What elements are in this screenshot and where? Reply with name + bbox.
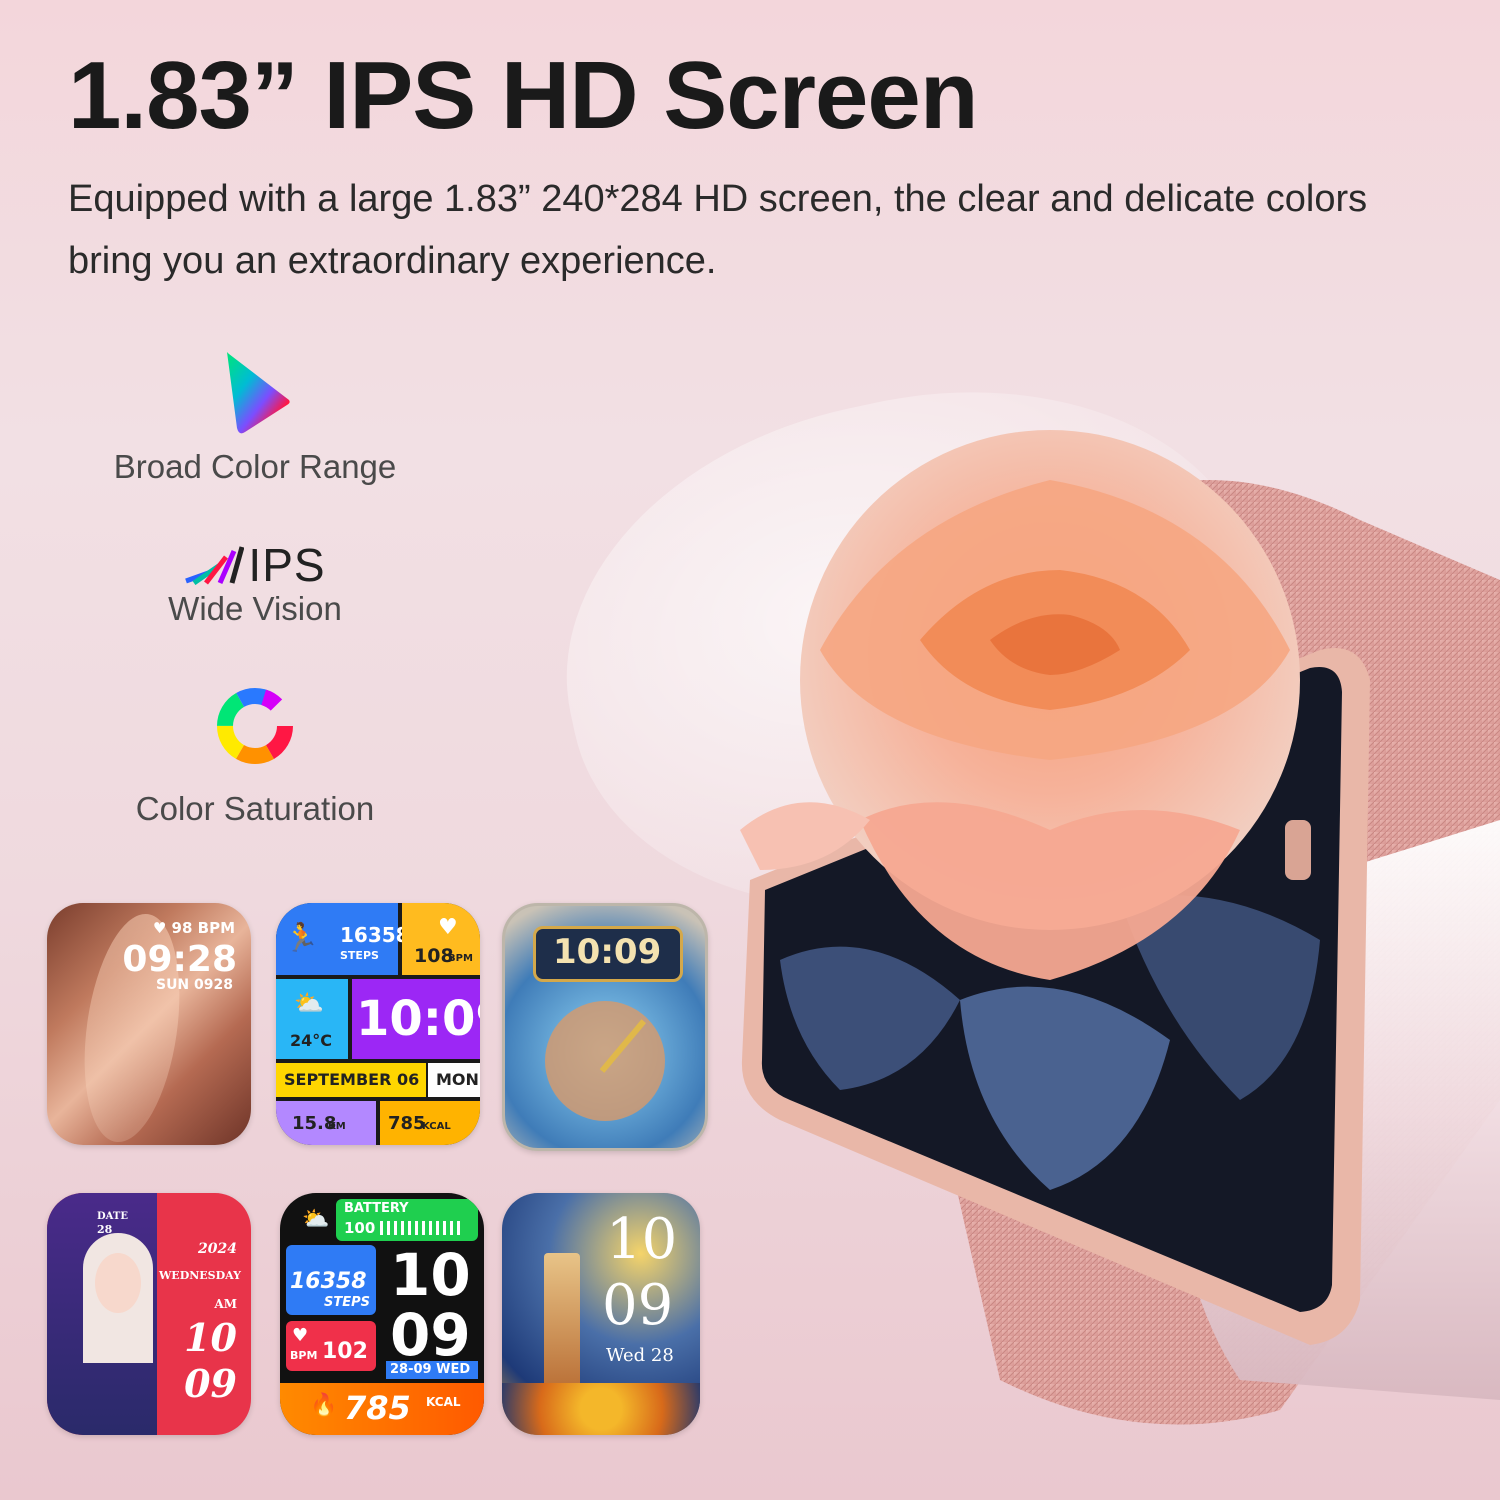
bpm-label: BPM: [290, 1349, 318, 1362]
steps-label: STEPS: [340, 949, 379, 962]
watch-face-portrait: DATE 28 2024 WEDNESDAY AM 10 09: [47, 1193, 251, 1435]
date-text: 28-09 WED: [390, 1362, 471, 1377]
temperature-value: 24°C: [290, 1031, 333, 1050]
minute-text: 09: [390, 1301, 471, 1369]
date-text: SEPTEMBER 06: [284, 1070, 420, 1089]
distance-unit: KM: [328, 1121, 346, 1132]
color-gamut-triangle-icon: [226, 351, 290, 434]
kcal-unit: KCAL: [422, 1121, 451, 1132]
hour-text: 10: [390, 1241, 471, 1309]
ips-logo: IPS: [248, 539, 326, 591]
watch-face-painting: 10 09 Wed 28: [502, 1193, 700, 1435]
smartwatch-image: [740, 430, 1500, 1425]
date-label: DATE: [97, 1211, 128, 1222]
kcal-value: 785: [388, 1113, 426, 1134]
weekday-text: WEDNESDAY: [158, 1269, 241, 1282]
time-text: 10:09: [356, 991, 480, 1047]
watch-face-tiles: 🏃 16358 STEPS ♥ 108 BPM ⛅ 24°C 10:09 SEP…: [276, 903, 480, 1145]
feature-broad-color-range: Broad Color Range: [100, 348, 410, 486]
bpm-unit: BPM: [448, 953, 473, 964]
kcal-value: 785: [344, 1389, 411, 1427]
feature-label: Color Saturation: [135, 790, 375, 827]
kcal-unit: KCAL: [426, 1395, 461, 1409]
ips-rays-icon: [185, 546, 245, 585]
time-text: 10:09: [553, 932, 662, 972]
hour-text: 10: [606, 1207, 678, 1272]
year-text: 2024: [198, 1241, 237, 1257]
date-text: Wed 28: [606, 1345, 674, 1366]
minute-text: 09: [602, 1273, 674, 1338]
steps-value: 16358: [290, 1269, 367, 1294]
heart-rate-text: ♥ 98 BPM: [152, 919, 235, 937]
date-value: 28: [97, 1223, 113, 1236]
watch-face-canyon: ♥ 98 BPM 09:28 SUN 0928: [47, 903, 251, 1145]
date-text: SUN 0928: [155, 977, 233, 993]
weather-icon: ⛅: [294, 989, 324, 1017]
feature-label: Wide Vision: [168, 590, 342, 627]
steps-value: 16358: [340, 923, 410, 947]
feature-color-saturation: Color Saturation: [100, 686, 410, 828]
steps-label: STEPS: [324, 1295, 371, 1310]
battery-value: 100: [344, 1219, 376, 1237]
minute-text: 09: [184, 1361, 237, 1406]
flame-icon: 🔥: [310, 1393, 338, 1418]
weekday-text: MON: [436, 1070, 479, 1089]
heart-icon: ♥: [292, 1325, 309, 1346]
watch-face-sport: BATTERY 100 ⛅ 16358 STEPS 10 09 ♥ BPM 10…: [280, 1193, 484, 1435]
weather-icon: ⛅: [302, 1207, 330, 1232]
heart-icon: ♥: [438, 915, 458, 940]
bpm-value: 102: [322, 1339, 368, 1364]
page-title: 1.83” IPS HD Screen: [68, 42, 978, 149]
page-description: Equipped with a large 1.83” 240*284 HD s…: [68, 178, 1368, 282]
hour-text: 10: [184, 1315, 237, 1360]
feature-wide-vision: IPS Wide Vision: [100, 539, 410, 628]
watch-face-mechanical: 10:09: [502, 903, 708, 1151]
feature-label: Broad Color Range: [113, 448, 397, 485]
running-icon: 🏃: [284, 921, 319, 954]
ampm-text: AM: [214, 1297, 237, 1311]
color-ring-icon: [217, 688, 293, 764]
time-text: 09:28: [122, 939, 237, 980]
battery-label: BATTERY: [344, 1201, 409, 1216]
